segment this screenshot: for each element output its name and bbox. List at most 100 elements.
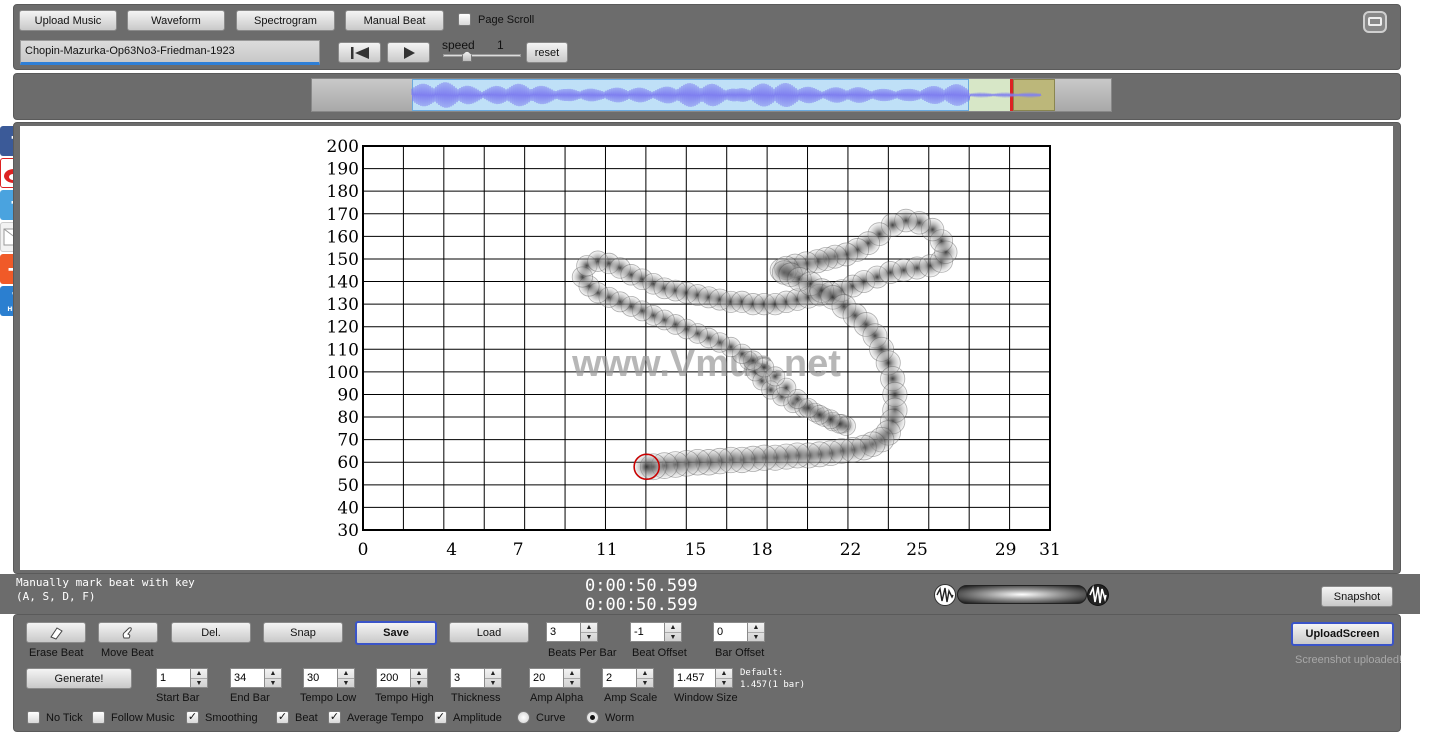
x-tick-label: 18 — [751, 540, 773, 560]
erase-beat-button[interactable] — [26, 622, 86, 643]
tempo-high-label: Tempo High — [375, 692, 434, 704]
hint-line-1: Manually mark beat with key — [16, 576, 195, 589]
play-button[interactable] — [387, 42, 430, 63]
tempo-low-arrows[interactable]: ▲ ▼ — [337, 669, 354, 687]
curve-radio[interactable] — [517, 711, 530, 724]
no-tick-checkbox[interactable] — [27, 711, 40, 724]
volume-waveform-low-icon[interactable] — [934, 584, 956, 606]
snapshot-button[interactable]: Snapshot — [1321, 586, 1393, 607]
tempo-low-input[interactable] — [304, 669, 337, 687]
beats-per-bar-label: Beats Per Bar — [548, 647, 617, 659]
amplitude-checkbox[interactable]: ✓ — [434, 711, 447, 724]
tempo-chart[interactable]: 3040506070809010011012013014015016017018… — [20, 126, 1393, 570]
spectrogram-button[interactable]: Spectrogram — [236, 10, 335, 31]
amp-scale-label: Amp Scale — [604, 692, 658, 704]
worm-radio[interactable] — [586, 711, 599, 724]
beat-checkbox[interactable]: ✓ — [276, 711, 289, 724]
follow-music-label: Follow Music — [111, 712, 175, 724]
average-tempo-label: Average Tempo — [347, 712, 424, 724]
follow-music-checkbox[interactable] — [92, 711, 105, 724]
play-icon — [403, 46, 415, 59]
end-bar-arrows[interactable]: ▲ ▼ — [264, 669, 281, 687]
load-button[interactable]: Load — [449, 622, 529, 643]
speed-slider-track[interactable] — [443, 54, 521, 57]
thickness-label: Thickness — [451, 692, 501, 704]
song-title-field[interactable]: Chopin-Mazurka-Op63No3-Friedman-1923 — [20, 40, 320, 65]
start-bar-input[interactable] — [157, 669, 190, 687]
y-tick-label: 120 — [327, 318, 359, 338]
fullscreen-icon[interactable] — [1363, 11, 1387, 33]
move-hand-icon — [122, 626, 132, 638]
manual-beat-button[interactable]: Manual Beat — [345, 10, 444, 31]
check-mark: ✓ — [187, 711, 198, 723]
snap-button[interactable]: Snap — [263, 622, 343, 643]
waveform-button[interactable]: Waveform — [127, 10, 225, 31]
volume-waveform-high-icon[interactable] — [1087, 584, 1109, 606]
beats-per-bar-stepper[interactable]: ▲▼ — [546, 622, 598, 642]
y-tick-label: 180 — [327, 182, 359, 202]
y-tick-label: 40 — [337, 498, 359, 518]
wave-high-glyph — [1089, 585, 1107, 604]
waveform-graph — [411, 82, 1042, 108]
upload-music-button[interactable]: Upload Music — [19, 10, 117, 31]
tempo-high-input[interactable] — [377, 669, 410, 687]
volume-slider[interactable] — [957, 585, 1087, 604]
end-bar-stepper[interactable]: ▲▼ — [230, 668, 282, 688]
y-tick-label: 80 — [337, 408, 359, 428]
skip-back-icon — [350, 46, 369, 59]
screenshot-uploaded-status: Screenshot uploaded! — [1295, 654, 1403, 666]
tempo-low-stepper[interactable]: ▲▼ — [303, 668, 355, 688]
tempo-low-label: Tempo Low — [300, 692, 357, 704]
x-tick-label: 0 — [358, 540, 369, 560]
bar-offset-arrows[interactable]: ▲ ▼ — [747, 623, 764, 641]
thickness-input[interactable] — [451, 669, 484, 687]
beats-per-bar-arrows[interactable]: ▲ ▼ — [580, 623, 597, 641]
page-scroll-checkbox[interactable] — [458, 13, 471, 26]
window-size-input[interactable] — [674, 669, 715, 687]
default-window-info: Default: 1.457(1 bar) — [740, 667, 805, 691]
beat-label: Beat — [295, 712, 318, 724]
thickness-arrows[interactable]: ▲ ▼ — [484, 669, 501, 687]
beat-offset-input[interactable] — [631, 623, 664, 641]
generate-button[interactable]: Generate! — [26, 668, 132, 689]
amp-scale-arrows[interactable]: ▲ ▼ — [636, 669, 653, 687]
x-tick-label: 29 — [995, 540, 1017, 560]
tempo-high-arrows[interactable]: ▲ ▼ — [410, 669, 427, 687]
window-size-stepper[interactable]: ▲▼ — [673, 668, 733, 688]
save-button[interactable]: Save — [355, 621, 437, 645]
thickness-stepper[interactable]: ▲▼ — [450, 668, 502, 688]
amp-scale-stepper[interactable]: ▲▼ — [602, 668, 654, 688]
x-tick-label: 4 — [446, 540, 457, 560]
amp-alpha-arrows[interactable]: ▲ ▼ — [563, 669, 580, 687]
bar-offset-stepper[interactable]: ▲▼ — [713, 622, 765, 642]
tempo-high-stepper[interactable]: ▲▼ — [376, 668, 428, 688]
beats-per-bar-input[interactable] — [547, 623, 580, 641]
upload-screen-button[interactable]: UploadScreen — [1291, 622, 1394, 646]
average-tempo-checkbox[interactable]: ✓ — [328, 711, 341, 724]
amp-alpha-label: Amp Alpha — [530, 692, 584, 704]
speed-value: 1 — [497, 38, 504, 52]
bar-offset-input[interactable] — [714, 623, 747, 641]
start-bar-arrows[interactable]: ▲ ▼ — [190, 669, 207, 687]
smoothing-checkbox[interactable]: ✓ — [186, 711, 199, 724]
y-tick-label: 190 — [327, 160, 359, 180]
reset-button[interactable]: reset — [526, 42, 568, 63]
end-bar-input[interactable] — [231, 669, 264, 687]
x-tick-label: 7 — [513, 540, 524, 560]
hint-line-2: (A, S, D, F) — [16, 590, 96, 603]
window-size-arrows[interactable]: ▲ ▼ — [715, 669, 732, 687]
window-size-label: Window Size — [674, 692, 738, 704]
current-time: 0:00:50.599 — [585, 576, 698, 596]
amp-alpha-input[interactable] — [530, 669, 563, 687]
song-title-text: Chopin-Mazurka-Op63No3-Friedman-1923 — [25, 45, 235, 57]
delete-button[interactable]: Del. — [171, 622, 251, 643]
beat-offset-stepper[interactable]: ▲▼ — [630, 622, 682, 642]
rewind-button[interactable] — [338, 42, 381, 63]
end-bar-label: End Bar — [230, 692, 270, 704]
amp-scale-input[interactable] — [603, 669, 636, 687]
waveform-overview[interactable] — [311, 78, 1112, 112]
amp-alpha-stepper[interactable]: ▲▼ — [529, 668, 581, 688]
start-bar-stepper[interactable]: ▲▼ — [156, 668, 208, 688]
move-beat-button[interactable] — [98, 622, 158, 643]
beat-offset-arrows[interactable]: ▲ ▼ — [664, 623, 681, 641]
